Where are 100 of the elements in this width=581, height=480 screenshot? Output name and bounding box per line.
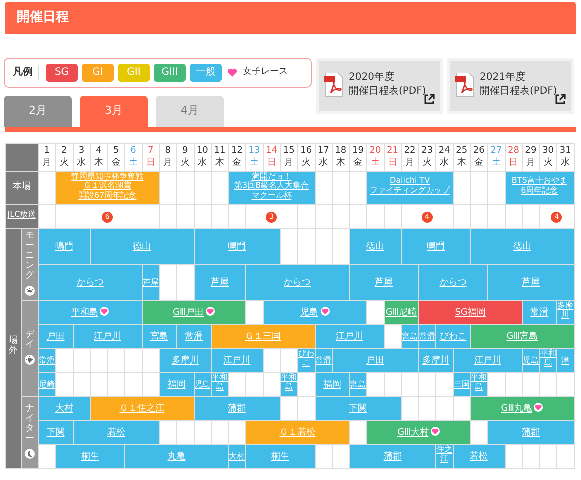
day-label: 26 金 <box>473 146 485 168</box>
external-link-icon <box>555 94 566 104</box>
pdf-link[interactable]: 2020年度 開催日程表(PDF) <box>316 58 443 114</box>
race-link[interactable]: 福岡 <box>168 380 186 390</box>
race-link[interactable]: 平和島 <box>540 349 556 368</box>
race-link[interactable]: 児島 <box>300 308 318 318</box>
race-link[interactable]: 下関 <box>349 404 368 414</box>
race-link[interactable]: SG福岡 <box>455 308 486 318</box>
race-link[interactable]: GⅢ大村 <box>398 428 429 438</box>
row-header: 本場 <box>13 182 31 192</box>
race-link[interactable]: 下関 <box>46 428 65 438</box>
race-link[interactable]: びわこ <box>440 332 467 342</box>
day-label: 15 月 <box>283 146 295 168</box>
race-link[interactable]: 桐生 <box>271 452 290 462</box>
race-link[interactable]: Ｇ１若松 <box>280 428 316 438</box>
day-label: 2 火 <box>60 146 69 168</box>
race-link[interactable]: 宮島 <box>402 332 418 341</box>
grade-tag: SG <box>46 64 78 82</box>
race-link[interactable]: 戸田 <box>46 332 65 342</box>
race-link[interactable]: からつ <box>440 278 467 288</box>
race-link[interactable]: 徳山 <box>513 242 532 252</box>
day-label: 6 土 <box>129 146 138 168</box>
heart-icon <box>226 66 239 79</box>
race-link[interactable]: 江戸川 <box>94 332 122 342</box>
race-link[interactable]: 桐生 <box>81 452 100 462</box>
race-link[interactable]: 平和島 <box>281 373 297 392</box>
race-link[interactable]: 宮島 <box>150 332 168 342</box>
race-link[interactable]: Ｇ１住之江 <box>120 404 165 414</box>
race-link[interactable]: 徳山 <box>366 242 384 252</box>
pdf-file-icon <box>324 72 344 96</box>
day-label: 18 木 <box>335 146 347 168</box>
month-tab[interactable]: 3月 <box>80 96 148 126</box>
race-link[interactable]: GⅢ丸亀 <box>501 404 532 414</box>
heart-icon <box>320 307 330 316</box>
race-link[interactable]: 鳴門 <box>426 242 445 252</box>
race-link[interactable]: 江戸川 <box>474 356 502 366</box>
external-link-icon <box>424 94 435 104</box>
race-link[interactable]: 芦屋 <box>522 278 540 288</box>
race-link[interactable]: GⅢ戸田 <box>172 308 204 318</box>
race-link[interactable]: 津 <box>562 356 570 365</box>
day-label: 5 金 <box>112 146 121 168</box>
race-link[interactable]: 常滑 <box>40 356 55 365</box>
race-link[interactable]: 宮島 <box>350 380 366 389</box>
race-link[interactable]: 静岡県知事杯争奪戦 Ｇ１浜名湖賞 開設67周年記念 <box>72 172 144 200</box>
race-link[interactable]: 戸田 <box>366 356 384 366</box>
race-link[interactable]: 鳴門 <box>55 242 74 252</box>
race-link[interactable]: 大村 <box>230 452 245 461</box>
race-link[interactable]: びわこ <box>298 349 314 368</box>
race-link[interactable]: 平和島 <box>71 308 98 318</box>
legend-label: 凡例 <box>13 65 39 80</box>
race-link[interactable]: 若松 <box>107 428 126 438</box>
race-link[interactable]: からつ <box>76 278 104 288</box>
race-link[interactable]: 三国 <box>454 380 470 389</box>
race-link[interactable]: 常滑 <box>420 332 435 341</box>
day-label: 9 火 <box>180 146 190 168</box>
race-link[interactable]: 常滑 <box>185 332 204 342</box>
race-link[interactable]: 蒲郡 <box>522 428 540 438</box>
month-tab[interactable]: 2月 <box>4 96 72 126</box>
race-link[interactable]: 蒲郡 <box>228 404 246 414</box>
race-link[interactable]: 福岡 <box>323 380 342 390</box>
race-link[interactable]: 児島 <box>523 356 539 365</box>
race-link[interactable]: 芦屋 <box>375 278 394 288</box>
race-link[interactable]: 江戸川 <box>224 356 251 366</box>
day-label: 30 火 <box>542 146 554 168</box>
race-link[interactable]: 平和島 <box>212 373 228 392</box>
race-link[interactable]: 満開だョ！ 第3回B級名人大集合 マクール杯 <box>234 172 310 200</box>
day-label: 1 月 <box>42 146 52 168</box>
pdf-file-icon <box>455 72 475 96</box>
race-link[interactable]: 児島 <box>195 380 210 389</box>
race-link[interactable]: 鳴門 <box>228 242 246 252</box>
race-link[interactable]: 大村 <box>55 404 74 414</box>
race-link[interactable]: 芦屋 <box>143 278 158 287</box>
day-label: 13 土 <box>248 146 260 168</box>
race-link[interactable]: 蒲郡 <box>384 452 402 462</box>
race-link[interactable]: 若松 <box>470 452 488 462</box>
day-label: 3 水 <box>77 146 86 168</box>
race-link[interactable]: 徳山 <box>133 242 152 252</box>
race-link[interactable]: Ｇ１三国 <box>245 332 282 342</box>
race-link[interactable]: GⅢ宮島 <box>506 332 538 342</box>
heart-icon <box>534 403 544 412</box>
race-link[interactable]: 多摩川 <box>172 356 199 366</box>
race-link[interactable]: 常滑 <box>530 308 549 318</box>
race-link[interactable]: 尼崎 <box>40 380 55 389</box>
race-link[interactable]: 平和島 <box>472 373 487 392</box>
race-link[interactable]: GⅢ尼崎 <box>386 308 417 318</box>
page-title: 開催日程 <box>5 2 576 34</box>
day-label: 21 日 <box>387 146 398 168</box>
race-link[interactable]: 芦屋 <box>210 278 229 288</box>
race-link[interactable]: からつ <box>284 278 312 288</box>
day-label: 14 日 <box>266 146 278 168</box>
race-link[interactable]: Daiichi TV ファイティングカップ <box>370 176 450 196</box>
grade-tag: GII <box>118 64 150 82</box>
race-link[interactable]: 丸亀 <box>168 452 186 462</box>
race-link[interactable]: 多摩川 <box>422 356 450 366</box>
race-link[interactable]: 常滑 <box>316 356 332 365</box>
grade-tag: GI <box>82 64 114 82</box>
race-link[interactable]: BTS富士おやま 6周年記念 <box>512 176 568 196</box>
pdf-link[interactable]: 2021年度 開催日程表(PDF) <box>447 58 574 114</box>
race-link[interactable]: 江戸川 <box>336 332 364 342</box>
race-link[interactable]: 多摩川 <box>558 301 574 320</box>
